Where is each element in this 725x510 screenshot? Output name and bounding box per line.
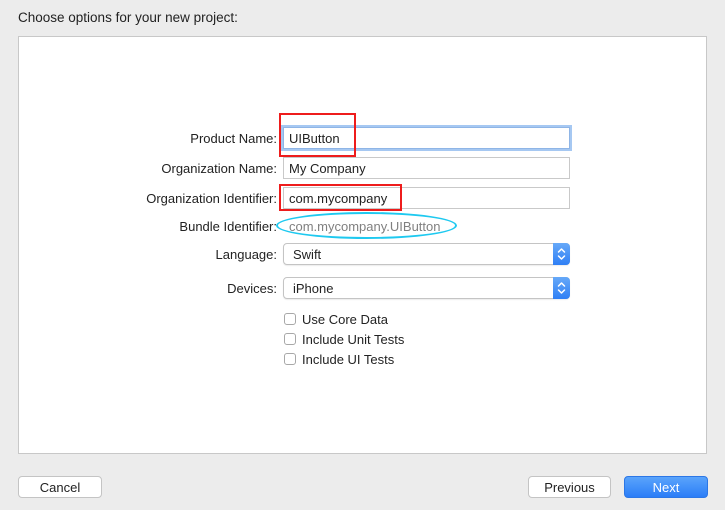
use-core-data-label: Use Core Data bbox=[302, 311, 388, 327]
organization-name-field[interactable] bbox=[283, 157, 570, 179]
bundle-identifier-label: Bundle Identifier: bbox=[179, 219, 277, 234]
organization-identifier-label: Organization Identifier: bbox=[146, 191, 277, 206]
devices-label: Devices: bbox=[227, 281, 277, 296]
cancel-button[interactable]: Cancel bbox=[18, 476, 102, 498]
next-button[interactable]: Next bbox=[624, 476, 708, 498]
include-unit-tests-option[interactable]: Include Unit Tests bbox=[284, 331, 404, 347]
dialog-title: Choose options for your new project: bbox=[18, 10, 238, 25]
use-core-data-checkbox[interactable] bbox=[284, 313, 296, 325]
include-ui-tests-option[interactable]: Include UI Tests bbox=[284, 351, 394, 367]
use-core-data-option[interactable]: Use Core Data bbox=[284, 311, 388, 327]
language-label: Language: bbox=[215, 247, 277, 262]
devices-stepper bbox=[553, 277, 570, 299]
product-name-label: Product Name: bbox=[190, 131, 277, 146]
organization-identifier-field[interactable] bbox=[283, 187, 570, 209]
bundle-identifier-value: com.mycompany.UIButton bbox=[289, 219, 441, 234]
up-down-chevron-icon bbox=[557, 248, 566, 260]
include-ui-tests-checkbox[interactable] bbox=[284, 353, 296, 365]
include-ui-tests-label: Include UI Tests bbox=[302, 351, 395, 367]
product-name-field[interactable] bbox=[283, 127, 570, 149]
organization-name-label: Organization Name: bbox=[161, 161, 277, 176]
up-down-chevron-icon bbox=[557, 282, 566, 294]
language-selected-value: Swift bbox=[293, 247, 322, 262]
language-popup[interactable]: Swift bbox=[283, 243, 570, 265]
include-unit-tests-checkbox[interactable] bbox=[284, 333, 296, 345]
devices-selected-value: iPhone bbox=[293, 281, 334, 296]
include-unit-tests-label: Include Unit Tests bbox=[302, 331, 405, 347]
previous-button[interactable]: Previous bbox=[528, 476, 611, 498]
language-stepper bbox=[553, 243, 570, 265]
devices-popup[interactable]: iPhone bbox=[283, 277, 570, 299]
